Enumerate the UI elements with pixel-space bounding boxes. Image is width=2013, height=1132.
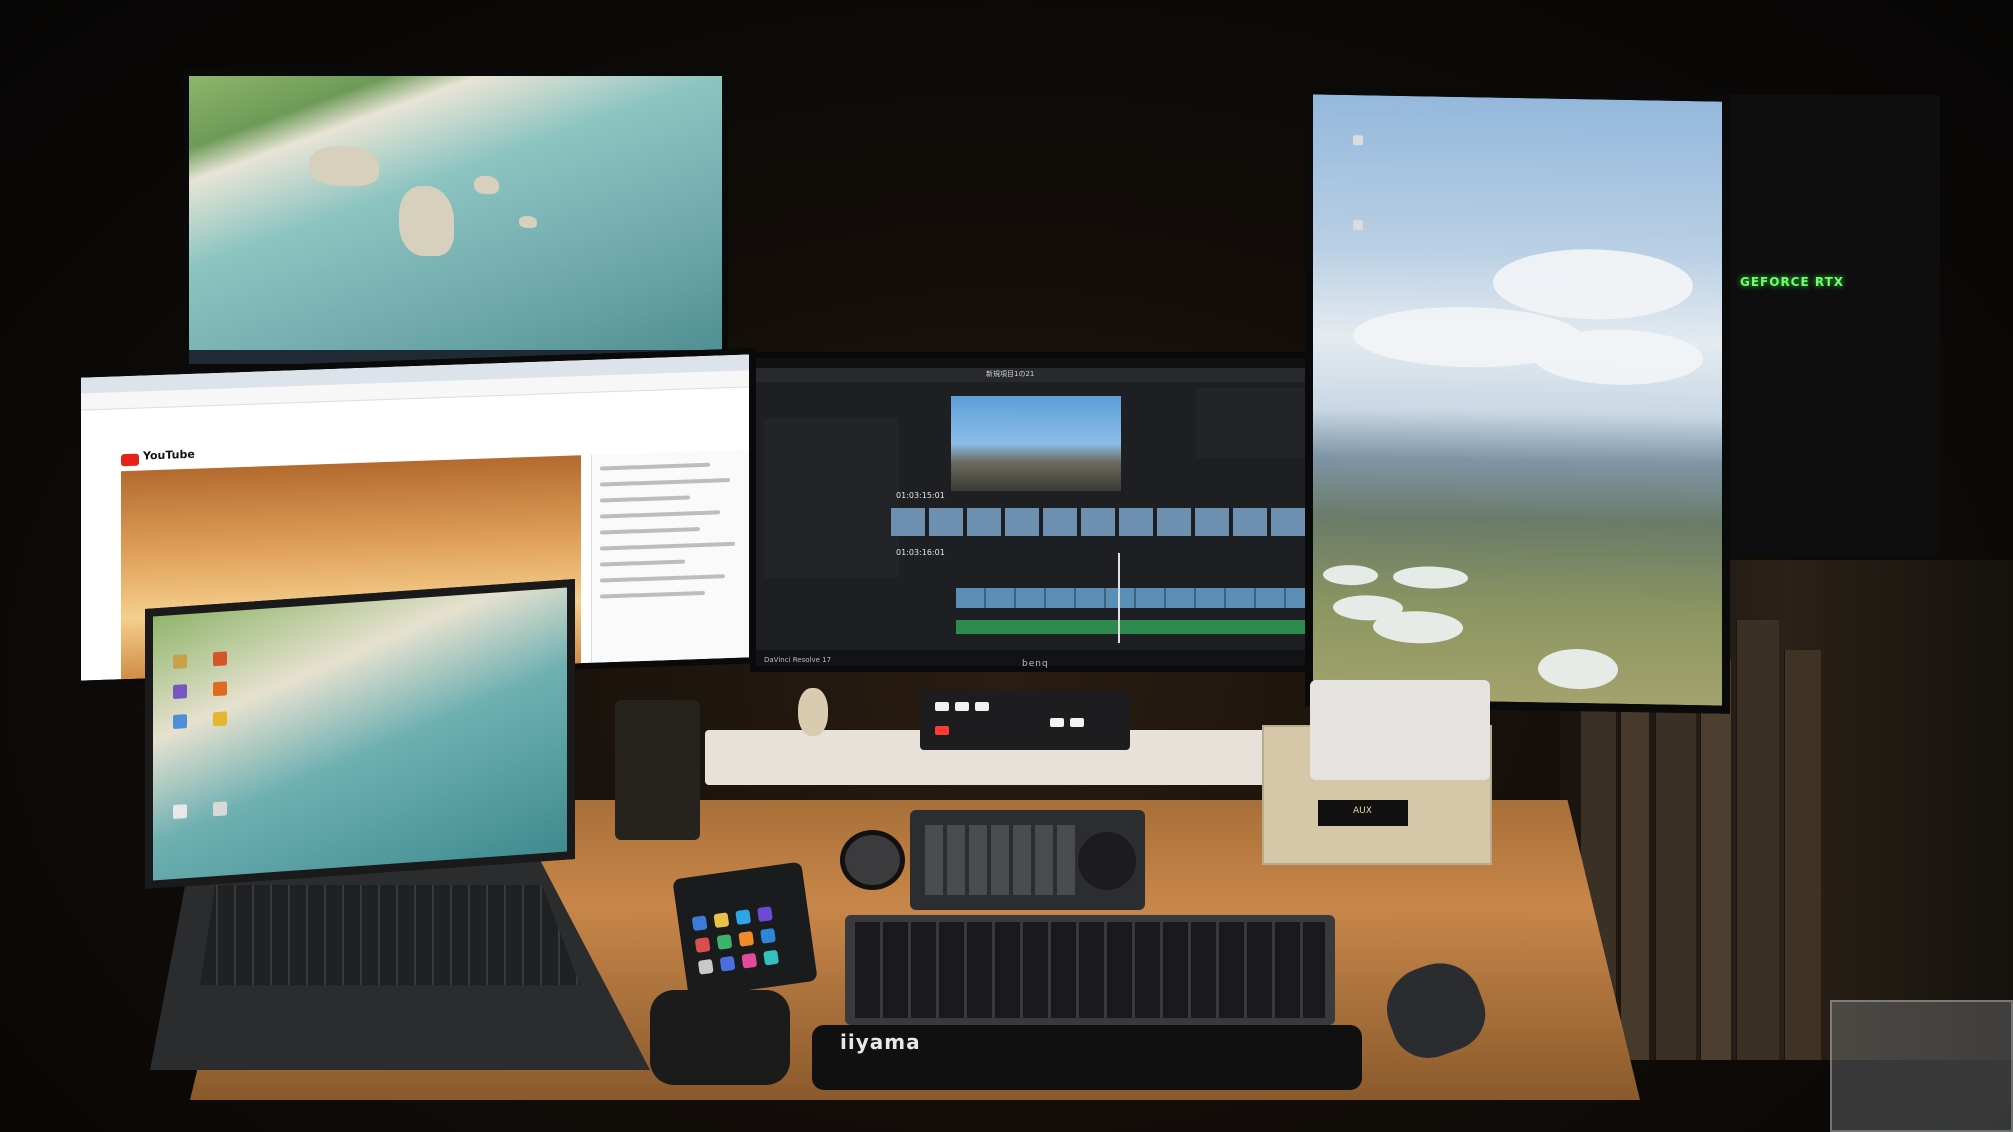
rock-formation	[519, 216, 537, 228]
benq-logo: benq	[1022, 659, 1049, 669]
resolve-toolbar[interactable]	[756, 368, 1314, 382]
rock-formation	[399, 186, 454, 256]
boat	[1538, 648, 1618, 690]
rock-formation	[474, 176, 499, 194]
stream-deck-key[interactable]	[716, 934, 733, 950]
book	[1700, 660, 1731, 1060]
stream-deck-key[interactable]	[691, 915, 708, 932]
right-portrait-monitor	[1305, 86, 1730, 714]
desktop-icon[interactable]	[213, 711, 227, 727]
keyboard-keys[interactable]	[855, 922, 1325, 1018]
book	[1784, 650, 1821, 1060]
switcher-button[interactable]	[935, 702, 949, 711]
jog-wheel[interactable]	[1078, 832, 1136, 890]
youtube-label[interactable]: YouTube	[143, 448, 195, 463]
speed-editor-keys[interactable]	[925, 825, 1075, 895]
boat	[1323, 564, 1378, 586]
rock-formation	[309, 146, 379, 186]
atem-mini-switcher	[920, 690, 1130, 750]
desktop-icon[interactable]	[173, 654, 187, 670]
stream-deck-key[interactable]	[757, 906, 773, 922]
desktop-icon[interactable]	[173, 714, 187, 730]
boat	[1373, 610, 1463, 645]
app-name-label: DaVinci Resolve 17	[764, 656, 832, 664]
davinci-resolve-window: 新規項目1の21 01:03:15:01 01:03:16:01 DaVinci…	[756, 358, 1314, 666]
render-queue-panel[interactable]	[1196, 388, 1314, 458]
desktop-icon[interactable]	[213, 801, 227, 817]
coastline-wallpaper	[189, 76, 722, 364]
laptop-desktop	[153, 587, 567, 881]
chat-line	[600, 495, 690, 503]
top-left-monitor	[183, 70, 728, 370]
switcher-button[interactable]	[1050, 718, 1064, 727]
timeline-timecode: 01:03:16:01	[896, 548, 945, 557]
book	[1736, 620, 1779, 1060]
desktop-icon[interactable]	[213, 681, 227, 697]
switcher-button[interactable]	[955, 702, 969, 711]
cloud	[1533, 328, 1703, 387]
laptop-keyboard	[200, 885, 580, 985]
seaside-wallpaper	[1313, 94, 1722, 706]
pen-holder	[615, 700, 700, 840]
chat-line	[600, 574, 725, 583]
stream-deck-key[interactable]	[741, 952, 758, 969]
resolve-menu-bar[interactable]	[756, 358, 1314, 368]
audio-track-waveform[interactable]	[956, 620, 1311, 634]
pc-case	[1710, 95, 1940, 555]
desktop-icon[interactable]	[1353, 220, 1363, 231]
stream-deck-key[interactable]	[713, 912, 730, 929]
stream-deck	[672, 861, 818, 999]
live-chat-pane	[591, 449, 749, 665]
amp-input-label: AUX	[1353, 806, 1372, 816]
chat-line	[600, 590, 705, 599]
stream-deck-key[interactable]	[694, 937, 711, 953]
book	[1620, 680, 1649, 1060]
timeline-playhead[interactable]	[1118, 553, 1120, 643]
project-title: 新規項目1の21	[986, 370, 1035, 378]
render-settings-panel[interactable]	[764, 418, 899, 578]
tourbox-controller[interactable]	[650, 990, 790, 1085]
desktop-icon[interactable]	[213, 651, 227, 667]
stream-deck-key[interactable]	[738, 931, 755, 947]
stream-deck-key[interactable]	[735, 909, 752, 926]
chat-line	[600, 510, 720, 519]
stream-deck-key[interactable]	[697, 958, 714, 975]
cloud	[1493, 247, 1693, 322]
geforce-rtx-label: GEFORCE RTX	[1740, 275, 1845, 289]
owl-figurine	[798, 688, 828, 736]
desktop-icon[interactable]	[173, 684, 187, 700]
laptop-screen	[145, 578, 575, 890]
preview-viewer[interactable]	[951, 396, 1121, 491]
switcher-button[interactable]	[975, 702, 989, 711]
stream-deck-key[interactable]	[763, 949, 780, 966]
stream-deck-key[interactable]	[760, 927, 776, 944]
video-track-clips[interactable]	[956, 588, 1311, 608]
center-editing-monitor: 新規項目1の21 01:03:15:01 01:03:16:01 DaVinci…	[750, 352, 1320, 672]
viewer-timecode: 01:03:15:01	[896, 491, 945, 500]
chat-line	[600, 541, 735, 551]
storage-box	[1830, 1000, 2013, 1132]
boat	[1393, 565, 1468, 590]
desktop-icon[interactable]	[173, 804, 187, 820]
switcher-button[interactable]	[935, 726, 949, 735]
chat-line	[600, 477, 730, 487]
chat-line	[600, 527, 700, 535]
switcher-button[interactable]	[1070, 718, 1084, 727]
youtube-play-icon[interactable]	[121, 453, 139, 467]
desktop-icon[interactable]	[1353, 135, 1363, 146]
chat-line	[600, 462, 710, 471]
iiyama-logo: iiyama	[840, 1030, 921, 1054]
chat-line	[600, 559, 685, 567]
volume-knob[interactable]	[840, 830, 905, 890]
audio-mixer	[1310, 680, 1490, 780]
stream-deck-key[interactable]	[719, 955, 736, 972]
clip-thumbnail-strip[interactable]	[891, 508, 1311, 536]
